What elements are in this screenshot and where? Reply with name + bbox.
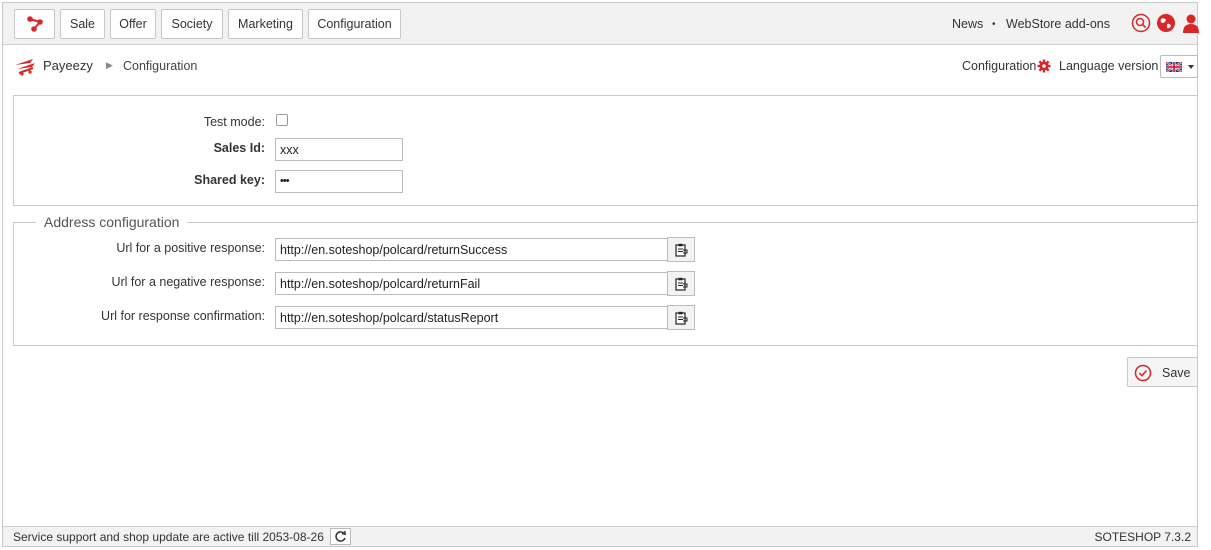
clipboard-icon [675, 243, 688, 257]
nav-configuration[interactable]: Configuration [308, 9, 401, 39]
globe-icon[interactable] [1156, 13, 1176, 33]
copy-negative-url-button[interactable] [667, 271, 695, 296]
nav-offer[interactable]: Offer [110, 9, 156, 39]
response-confirmation-label: Url for response confirmation: [101, 309, 265, 323]
uk-flag-icon [1166, 62, 1182, 72]
nav-society[interactable]: Society [161, 9, 223, 39]
language-version-label: Language version [1059, 59, 1159, 73]
home-logo-button[interactable] [14, 9, 55, 39]
top-navigation: Sale Offer Society Marketing Configurati… [3, 3, 1199, 45]
response-confirmation-url-input[interactable] [275, 306, 668, 329]
negative-response-url-input[interactable] [275, 272, 668, 295]
test-mode-label: Test mode: [203, 115, 265, 129]
refresh-icon [335, 530, 347, 542]
chevron-down-icon [1188, 65, 1194, 69]
address-configuration-panel: Address configuration Url for a positive… [13, 214, 1198, 346]
breadcrumb-separator-icon: ▶ [106, 60, 113, 70]
logo-icon [27, 16, 43, 32]
breadcrumb-app[interactable]: Payeezy [43, 58, 93, 73]
news-link[interactable]: News [952, 17, 983, 31]
breadcrumb-current: Configuration [123, 59, 198, 73]
payeezy-logo-icon [15, 59, 35, 76]
language-select[interactable] [1160, 55, 1198, 78]
breadcrumb: Payeezy ▶ Configuration Configuration La… [3, 47, 1198, 87]
positive-response-url-input[interactable] [275, 238, 668, 261]
version-text: SOTESHOP 7.3.2 [1094, 530, 1192, 544]
negative-response-label: Url for a negative response: [111, 275, 265, 289]
nav-marketing[interactable]: Marketing [228, 9, 303, 39]
shared-key-input[interactable]: ••• [275, 170, 403, 193]
sales-id-input[interactable] [275, 138, 403, 161]
test-mode-checkbox[interactable] [276, 114, 288, 126]
user-icon[interactable] [1181, 13, 1201, 33]
copy-positive-url-button[interactable] [667, 237, 695, 262]
nav-separator: • [992, 19, 996, 30]
save-button[interactable]: Save [1127, 357, 1198, 387]
shared-key-label: Shared key: [194, 173, 265, 187]
credentials-panel: Test mode: Sales Id: Shared key: ••• [13, 95, 1198, 206]
clipboard-icon [675, 277, 688, 291]
configuration-link[interactable]: Configuration [962, 59, 1036, 73]
save-button-label: Save [1162, 366, 1191, 380]
copy-confirmation-url-button[interactable] [667, 305, 695, 330]
gear-icon[interactable] [1037, 59, 1051, 73]
support-status-text: Service support and shop update are acti… [13, 530, 324, 544]
check-circle-icon [1134, 364, 1152, 382]
address-configuration-legend: Address configuration [36, 214, 188, 230]
nav-sale[interactable]: Sale [60, 9, 105, 39]
status-bar: Service support and shop update are acti… [3, 526, 1197, 546]
search-icon[interactable] [1131, 13, 1151, 33]
webstore-addons-link[interactable]: WebStore add-ons [1006, 17, 1110, 31]
app-window: Sale Offer Society Marketing Configurati… [2, 2, 1199, 547]
sales-id-label: Sales Id: [213, 141, 265, 155]
refresh-button[interactable] [330, 528, 351, 545]
clipboard-icon [675, 311, 688, 325]
positive-response-label: Url for a positive response: [116, 241, 265, 255]
